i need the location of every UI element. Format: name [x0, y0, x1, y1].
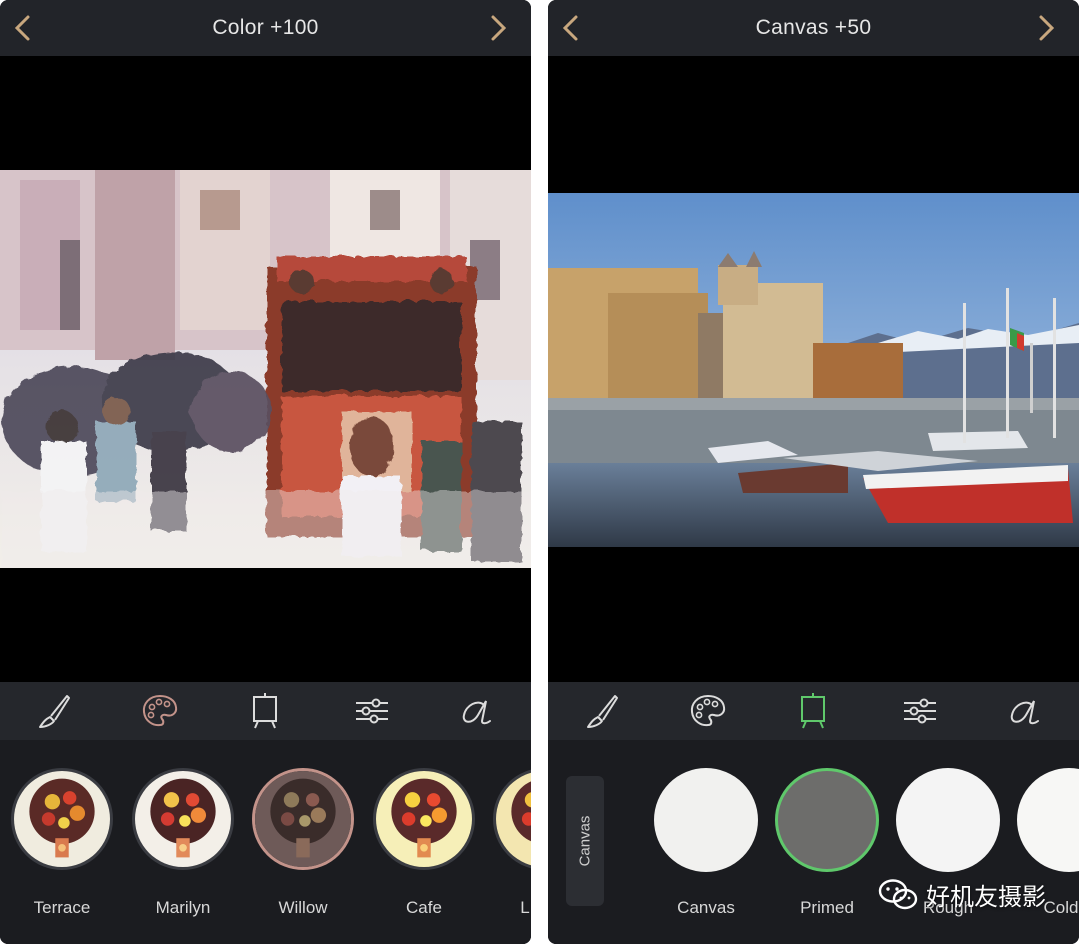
sliders-icon[interactable]	[900, 691, 940, 731]
wechat-icon	[878, 878, 918, 909]
top-bar: Canvas +50	[548, 0, 1079, 56]
signature-a-icon[interactable]	[458, 691, 498, 731]
preset-label: Terrace	[33, 898, 91, 917]
chevron-right-icon[interactable]	[1031, 14, 1059, 42]
preset-label: Willow	[278, 898, 328, 917]
texture-label: Primed	[800, 898, 854, 917]
preset-thumb-cafe[interactable]	[373, 768, 475, 870]
preset-tray: Terrace Marilyn Willow Cafe L	[0, 740, 531, 944]
texture-tray: Canvas Canvas Primed Rough Cold P	[548, 740, 1079, 944]
preset-thumb-marilyn[interactable]	[132, 768, 234, 870]
tool-bar	[548, 682, 1079, 740]
painted-photo-street-tram	[0, 170, 531, 568]
chevron-right-icon[interactable]	[483, 14, 511, 42]
left-screen: Color +100 Terrace Marilyn Willow Cafe L	[0, 0, 531, 944]
watermark-text: 好机友摄影	[926, 884, 1046, 911]
page-title: Color +100	[212, 16, 319, 39]
texture-swatch-canvas[interactable]	[654, 768, 758, 872]
brush-icon[interactable]	[34, 691, 74, 731]
preset-label: L	[520, 898, 530, 917]
palette-icon[interactable]	[140, 691, 180, 731]
painted-photo-harbor	[548, 193, 1079, 547]
palette-icon[interactable]	[688, 691, 728, 731]
texture-swatch-rough[interactable]	[896, 768, 1000, 872]
sliders-icon[interactable]	[352, 691, 392, 731]
texture-swatch-primed[interactable]	[775, 768, 879, 872]
signature-a-icon[interactable]	[1006, 691, 1046, 731]
texture-label: Canvas	[677, 898, 735, 917]
watermark: 好机友摄影	[878, 877, 1046, 912]
preset-label: Marilyn	[155, 898, 211, 917]
brush-icon[interactable]	[582, 691, 622, 731]
canvas-tab-label: Canvas	[576, 815, 594, 867]
page-title: Canvas +50	[755, 16, 872, 39]
preset-thumb-terrace[interactable]	[11, 768, 113, 870]
texture-swatch-cold-press[interactable]	[1017, 768, 1079, 872]
right-screen: Canvas +50 Canvas Canvas Primed Rough Co…	[548, 0, 1079, 944]
preset-thumb-partial[interactable]	[493, 768, 531, 870]
top-bar: Color +100	[0, 0, 531, 56]
canvas-category-tab[interactable]: Canvas	[566, 776, 604, 906]
chevron-left-icon[interactable]	[10, 14, 38, 42]
chevron-left-icon[interactable]	[558, 14, 586, 42]
canvas-easel-icon[interactable]	[245, 691, 285, 731]
preset-label: Cafe	[406, 898, 442, 917]
preset-thumb-willow[interactable]	[252, 768, 354, 870]
tool-bar	[0, 682, 531, 740]
canvas-easel-icon[interactable]	[793, 691, 833, 731]
